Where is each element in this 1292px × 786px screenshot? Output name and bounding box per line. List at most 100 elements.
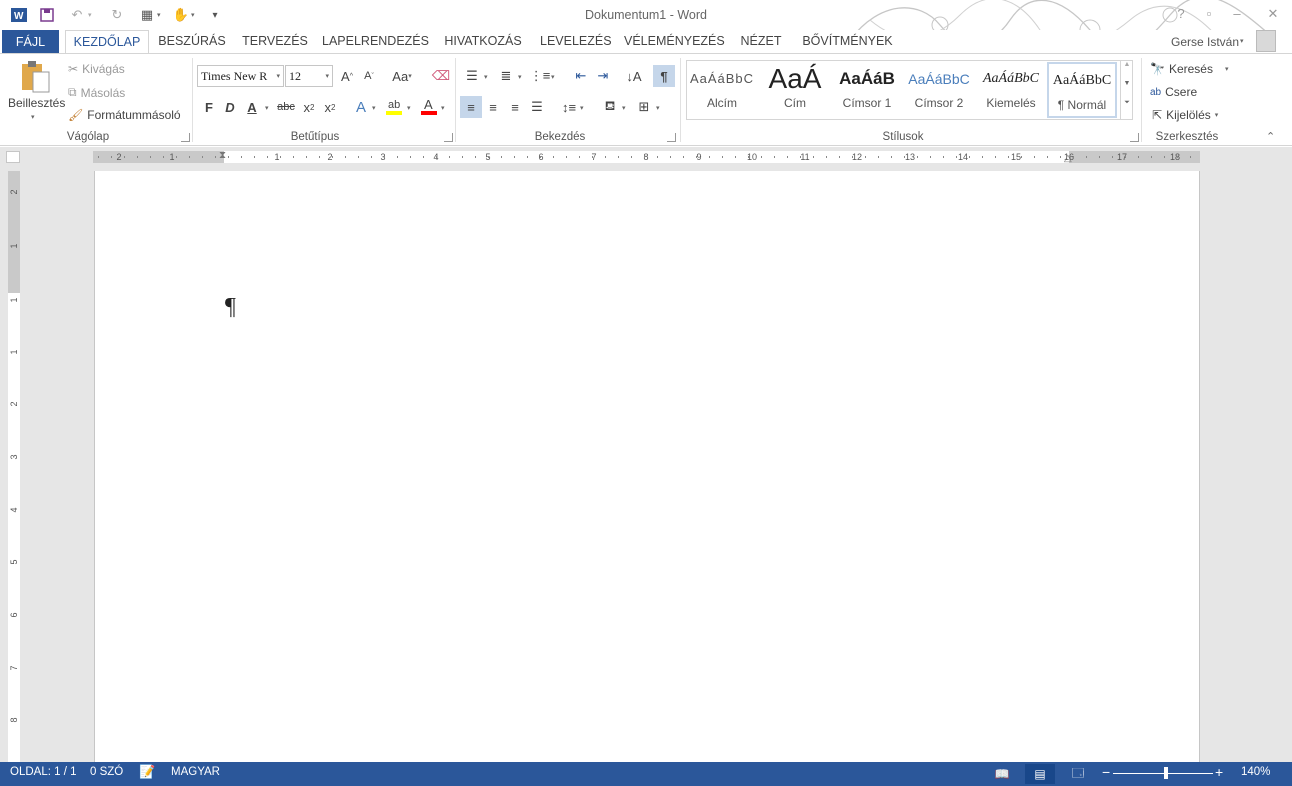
line-spacing-dropdown-icon[interactable]: ▾ bbox=[580, 104, 584, 112]
copy-button[interactable]: ⧉ Másolás bbox=[68, 85, 125, 100]
document-page[interactable] bbox=[94, 171, 1200, 762]
help-icon[interactable]: ? bbox=[1170, 6, 1192, 24]
zoom-out-icon[interactable]: − bbox=[1102, 764, 1110, 780]
gallery-scroll-up-icon[interactable]: ▲ bbox=[1121, 61, 1133, 80]
select-dropdown-icon[interactable]: ▾ bbox=[1215, 111, 1219, 119]
increase-indent-icon[interactable]: ⇥ bbox=[592, 65, 614, 87]
grow-font-icon[interactable]: A ^ bbox=[336, 65, 358, 87]
bullets-icon[interactable]: ☰ bbox=[461, 65, 483, 87]
tab-addins[interactable]: BŐVÍTMÉNYEK bbox=[800, 30, 895, 54]
proofing-icon[interactable]: 📝 bbox=[139, 764, 155, 780]
collapse-ribbon-icon[interactable]: ⌃ bbox=[1266, 130, 1275, 143]
borders-dropdown-icon[interactable]: ▾ bbox=[656, 104, 660, 112]
font-size-dropdown-icon[interactable]: ▾ bbox=[325, 66, 329, 86]
find-button[interactable]: 🔭 Keresés ▾ bbox=[1150, 62, 1229, 76]
format-painter-button[interactable]: 🖌 Formátummásoló bbox=[68, 108, 181, 122]
tab-selector-icon[interactable] bbox=[6, 151, 20, 163]
tab-mailings[interactable]: LEVELEZÉS bbox=[540, 30, 612, 54]
shading-icon[interactable]: ⛾ bbox=[599, 96, 621, 118]
paste-icon[interactable] bbox=[18, 60, 54, 94]
minimize-icon[interactable]: – bbox=[1226, 6, 1248, 24]
tab-view[interactable]: NÉZET bbox=[736, 30, 786, 54]
styles-launcher-icon[interactable] bbox=[1130, 133, 1139, 142]
font-size-combo[interactable]: 12 ▾ bbox=[285, 65, 333, 87]
bold-button[interactable]: F bbox=[198, 96, 220, 118]
tab-home[interactable]: KEZDŐLAP bbox=[65, 30, 149, 54]
paragraph-launcher-icon[interactable] bbox=[667, 133, 676, 142]
style-emphasis[interactable]: AaÁáBbC Kiemelés bbox=[976, 62, 1046, 118]
shading-dropdown-icon[interactable]: ▾ bbox=[622, 104, 626, 112]
highlight-color-icon[interactable]: ab bbox=[383, 95, 405, 117]
font-color-icon[interactable]: A bbox=[418, 95, 440, 117]
gallery-more-icon[interactable]: ⏷ bbox=[1121, 99, 1133, 118]
font-launcher-icon[interactable] bbox=[444, 133, 453, 142]
tab-review[interactable]: VÉLEMÉNYEZÉS bbox=[624, 30, 725, 54]
print-layout-icon[interactable]: ▤ bbox=[1025, 764, 1055, 784]
justify-icon[interactable]: ☰ bbox=[526, 96, 548, 118]
zoom-level[interactable]: 140% bbox=[1241, 766, 1270, 778]
style-normal[interactable]: AaÁáBbC ¶ Normál bbox=[1047, 62, 1117, 118]
style-heading-2[interactable]: AaÁáBbC Címsor 2 bbox=[904, 62, 974, 118]
style-title[interactable]: AaÁ Cím bbox=[760, 62, 830, 118]
numbering-icon[interactable]: ≣ bbox=[495, 65, 517, 87]
cut-button[interactable]: ✂ Kivágás bbox=[68, 62, 125, 76]
change-case-button[interactable]: Aa ▾ bbox=[386, 65, 418, 87]
user-dropdown-icon[interactable]: ▾ bbox=[1240, 37, 1244, 45]
gallery-scroll-down-icon[interactable]: ▼ bbox=[1121, 80, 1133, 99]
font-color-dropdown-icon[interactable]: ▾ bbox=[441, 104, 445, 112]
strikethrough-button[interactable]: abc bbox=[275, 96, 297, 118]
borders-icon[interactable]: ⊞ bbox=[633, 96, 655, 118]
tab-references[interactable]: HIVATKOZÁS bbox=[438, 30, 528, 54]
language-indicator[interactable]: MAGYAR bbox=[171, 766, 220, 778]
underline-button[interactable]: A bbox=[241, 96, 263, 118]
highlight-dropdown-icon[interactable]: ▾ bbox=[407, 104, 411, 112]
decrease-indent-icon[interactable]: ⇤ bbox=[570, 65, 592, 87]
paste-button[interactable]: Beillesztés bbox=[8, 96, 65, 110]
zoom-in-icon[interactable]: + bbox=[1215, 764, 1223, 780]
clipboard-launcher-icon[interactable] bbox=[181, 133, 190, 142]
clear-formatting-icon[interactable]: ⌫ bbox=[430, 65, 452, 87]
tab-file[interactable]: FÁJL bbox=[2, 30, 59, 54]
show-formatting-marks-icon[interactable]: ¶ bbox=[653, 65, 675, 87]
page-count[interactable]: OLDAL: 1 / 1 bbox=[10, 766, 76, 778]
right-indent-marker[interactable]: △ bbox=[1064, 153, 1072, 164]
bullets-dropdown-icon[interactable]: ▾ bbox=[484, 73, 488, 81]
replace-button[interactable]: ab Csere bbox=[1150, 85, 1197, 99]
superscript-icon[interactable]: x2 bbox=[319, 96, 341, 118]
close-icon[interactable]: ✕ bbox=[1262, 6, 1284, 24]
find-dropdown-icon[interactable]: ▾ bbox=[1225, 65, 1229, 73]
multilevel-list-icon[interactable]: ⋮≡ bbox=[529, 65, 551, 87]
multilevel-dropdown-icon[interactable]: ▾ bbox=[551, 73, 555, 81]
tab-layout[interactable]: LAPELRENDEZÉS bbox=[322, 30, 429, 54]
tab-insert[interactable]: BESZÚRÁS bbox=[156, 30, 228, 54]
paste-dropdown-icon[interactable]: ▾ bbox=[31, 113, 35, 121]
ruler-tick bbox=[1073, 156, 1074, 158]
user-name[interactable]: Gerse István bbox=[1171, 35, 1239, 49]
align-right-icon[interactable]: ≡ bbox=[504, 96, 526, 118]
text-effects-icon[interactable]: A bbox=[350, 96, 372, 118]
shrink-font-icon[interactable]: Aˇ bbox=[358, 65, 380, 87]
web-layout-icon[interactable]: 🗔 bbox=[1063, 764, 1093, 784]
select-button[interactable]: ⇱ Kijelölés ▾ bbox=[1152, 108, 1218, 122]
text-effects-dropdown-icon[interactable]: ▾ bbox=[372, 104, 376, 112]
zoom-slider-thumb[interactable] bbox=[1164, 767, 1168, 779]
style-subtitle[interactable]: AaÁáBbC Alcím bbox=[687, 62, 757, 118]
style-heading-1[interactable]: AaÁáB Címsor 1 bbox=[832, 62, 902, 118]
ribbon-display-icon[interactable]: ▫ bbox=[1198, 6, 1220, 24]
numbering-dropdown-icon[interactable]: ▾ bbox=[518, 73, 522, 81]
tab-design[interactable]: TERVEZÉS bbox=[240, 30, 310, 54]
first-line-indent-marker[interactable]: ⧗ bbox=[219, 150, 226, 161]
font-name-dropdown-icon[interactable]: ▾ bbox=[276, 66, 280, 86]
align-left-icon[interactable]: ≡ bbox=[460, 96, 482, 118]
italic-button[interactable]: D bbox=[219, 96, 241, 118]
line-spacing-icon[interactable]: ↕≡ bbox=[558, 96, 580, 118]
subscript-icon[interactable]: x2 bbox=[298, 96, 320, 118]
word-count[interactable]: 0 SZÓ bbox=[90, 766, 123, 778]
font-name-combo[interactable]: Times New R ▾ bbox=[197, 65, 284, 87]
underline-dropdown-icon[interactable]: ▾ bbox=[265, 104, 269, 112]
avatar[interactable] bbox=[1256, 30, 1276, 52]
read-mode-icon[interactable]: 📖 bbox=[987, 764, 1017, 784]
sort-icon[interactable]: ↓A bbox=[623, 65, 645, 87]
align-center-icon[interactable]: ≡ bbox=[482, 96, 504, 118]
zoom-slider[interactable] bbox=[1113, 773, 1213, 774]
